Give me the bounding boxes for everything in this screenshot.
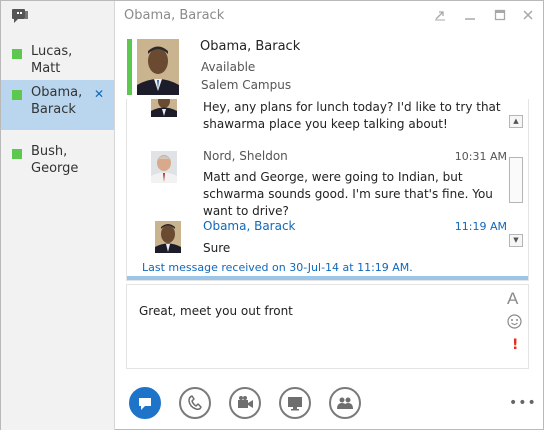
conversation-name-line2: Matt [31, 61, 61, 76]
high-importance-icon[interactable]: ! [512, 337, 518, 353]
presence-indicator [12, 149, 22, 159]
presence-indicator [12, 90, 22, 100]
compose-area: A ! [126, 284, 529, 369]
video-button[interactable] [229, 387, 261, 419]
close-conversation-icon[interactable]: ✕ [94, 87, 104, 101]
scroll-track[interactable] [509, 128, 523, 234]
sender-avatar[interactable] [151, 151, 177, 183]
chat-bubble-icon [139, 398, 151, 410]
message-sender: Nord, Sheldon [203, 149, 288, 163]
conversation-name-line1: Obama, [31, 85, 83, 100]
presence-indicator [12, 49, 22, 59]
minimize-icon[interactable] [463, 9, 477, 23]
conversation-toolbar: ••• [115, 373, 544, 429]
conversation-name-line2: Barack [31, 102, 76, 117]
phone-icon [188, 395, 202, 410]
last-received-notice: Last message received on 30-Jul-14 at 11… [142, 261, 413, 274]
message-time: 11:19 AM [454, 220, 507, 233]
contact-location: Salem Campus [201, 78, 292, 92]
message-sender[interactable]: Obama, Barack [203, 219, 296, 233]
contact-photo[interactable] [137, 39, 179, 95]
conversation-window: Lucas, Matt Obama, Barack ✕ Bush, George… [0, 0, 544, 430]
present-button[interactable] [279, 387, 311, 419]
monitor-icon [288, 397, 302, 411]
conversation-name-line1: Bush, [31, 144, 68, 159]
maximize-icon[interactable] [493, 9, 507, 23]
message-input[interactable] [139, 304, 479, 318]
history-divider [127, 276, 528, 280]
font-format-icon[interactable]: A [507, 289, 518, 309]
contact-card: Obama, Barack Available Salem Campus [115, 37, 544, 99]
more-options-icon[interactable]: ••• [509, 395, 537, 411]
scroll-up-button[interactable]: ▲ [509, 115, 523, 128]
sender-avatar[interactable] [155, 221, 181, 253]
scroll-thumb[interactable] [509, 157, 523, 203]
conversation-name-line1: Lucas, [31, 44, 73, 59]
contact-name: Obama, Barack [200, 39, 301, 54]
presence-bar [127, 39, 132, 95]
message-text: Sure [203, 241, 231, 255]
scroll-down-button[interactable]: ▼ [509, 234, 523, 247]
message-history: Hey, any plans for lunch today? I'd like… [126, 99, 529, 281]
conversation-sidebar: Lucas, Matt Obama, Barack ✕ Bush, George [1, 1, 115, 430]
im-button[interactable] [129, 387, 161, 419]
conversation-tab-bush-george[interactable]: Bush, George [1, 139, 114, 189]
emoticon-icon[interactable] [507, 314, 522, 329]
message-text: Matt and George, were going to Indian, b… [203, 170, 493, 218]
participants-button[interactable] [329, 387, 361, 419]
message-time: 10:31 AM [454, 150, 507, 163]
video-camera-icon [238, 396, 253, 408]
window-title: Obama, Barack [124, 8, 225, 23]
sender-avatar [151, 99, 177, 117]
message-text: Hey, any plans for lunch today? I'd like… [203, 100, 501, 131]
contact-status: Available [201, 60, 256, 74]
title-bar: Obama, Barack [115, 1, 544, 33]
call-button[interactable] [179, 387, 211, 419]
pop-out-icon[interactable] [433, 9, 447, 23]
conversation-tab-obama-barack[interactable]: Obama, Barack ✕ [1, 80, 114, 130]
close-window-icon[interactable] [521, 9, 535, 23]
message-scrollbar[interactable]: ▲ ▼ [509, 115, 523, 247]
conversation-name-line2: George [31, 161, 79, 176]
chat-app-icon[interactable] [11, 8, 29, 24]
people-icon [337, 397, 353, 409]
